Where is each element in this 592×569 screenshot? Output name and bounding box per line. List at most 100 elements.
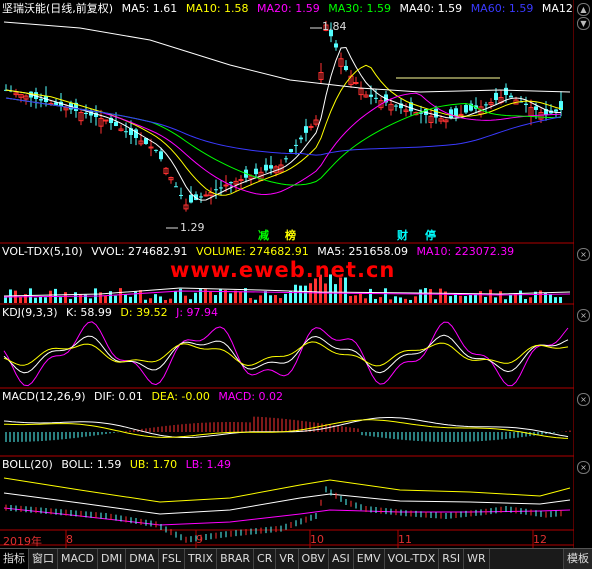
volume-bar [529,297,532,303]
volume-bar [459,295,462,303]
volume-bar [414,296,417,303]
candle-body [524,103,528,105]
candle-body [484,104,488,106]
candle-body [148,146,154,149]
candle-body [124,131,128,133]
kdj-j-line [3,321,569,387]
candle-body [254,168,258,175]
kdj-d-value: D: 39.52 [120,306,168,319]
candle-body [114,121,118,126]
volume-bar [89,298,92,303]
boll-indicator-name[interactable]: BOLL(20) [2,458,53,471]
vol-indicator-name[interactable]: VOL-TDX(5,10) [2,245,83,258]
volume-bar [464,296,467,303]
volume-bar [364,298,367,303]
volume-bar [229,293,232,303]
indicator-tab-bar: 指标 窗口 MACD DMI DMA FSL TRIX BRAR CR VR O… [0,548,592,569]
candle-body [454,108,458,117]
volume-bar [504,299,507,303]
boll-mid-value: BOLL: 1.59 [61,458,122,471]
candle-body [458,113,464,116]
close-boll-pane-icon[interactable]: × [577,461,590,474]
candle-body [179,194,183,196]
scroll-down-icon[interactable]: ▼ [577,17,590,30]
volume-bar [4,297,7,303]
tab-macd[interactable]: MACD [58,549,98,569]
volume-bar [359,293,362,303]
volume-bar [259,295,262,303]
kdj-indicator-name[interactable]: KDJ(9,3,3) [2,306,58,319]
volume-bar [554,297,557,303]
candle-body [374,97,378,99]
close-kdj-pane-icon[interactable]: × [577,309,590,322]
volume-bar [409,299,412,303]
ma40-value: MA40: 1.59 [399,2,463,15]
candle-body [269,165,273,169]
volume-bar [104,295,107,303]
stock-name[interactable]: 坚瑞沃能(日线,前复权) [2,2,113,15]
candle-body [39,99,43,101]
tab-rsi[interactable]: RSI [439,549,465,569]
candle-body [369,94,373,97]
boll-mid-line [3,492,571,515]
event-marker-finance[interactable]: 财 [397,227,408,243]
tab-vol-tdx[interactable]: VOL-TDX [385,549,440,569]
volume-bar [519,290,522,303]
tab-trix[interactable]: TRIX [185,549,218,569]
tab-brar[interactable]: BRAR [217,549,255,569]
tab-wr[interactable]: WR [464,549,490,569]
volume-bar [164,299,167,303]
close-macd-pane-icon[interactable]: × [577,393,590,406]
volume-bar [299,285,302,303]
ma30-value: MA30: 1.59 [328,2,391,15]
scroll-up-icon[interactable]: ▲ [577,3,590,16]
candle-body [214,189,218,191]
candle-body [238,179,244,182]
volume-bar [384,288,387,303]
candle-body [504,87,508,95]
tab-window[interactable]: 窗口 [29,549,58,569]
volume-bar [379,297,382,303]
event-marker-list[interactable]: 榜 [285,227,296,243]
event-marker-halt[interactable]: 停 [425,227,436,243]
tab-cr[interactable]: CR [254,549,277,569]
candle-body [199,196,203,198]
kdj-pane-header: KDJ(9,3,3) K: 58.99 D: 39.52 J: 97.94 [2,306,223,320]
close-vol-pane-icon[interactable]: × [577,248,590,261]
macd-pane-header: MACD(12,26,9) DIF: 0.01 DEA: -0.00 MACD:… [2,390,288,404]
tab-asi[interactable]: ASI [329,549,354,569]
candle-body [84,112,88,114]
candle-body [289,149,293,153]
tab-template[interactable]: 模板 [563,549,592,569]
ma10-line [5,64,562,196]
volume-bar [264,291,267,303]
tab-obv[interactable]: OBV [299,549,329,569]
tab-dma[interactable]: DMA [126,549,159,569]
candle-body [334,43,338,48]
date-axis-month-9: 9 [196,533,203,546]
ma10-value: MA10: 1.58 [185,2,249,15]
volume-bar [429,289,432,303]
volume-bar [34,297,37,303]
candle-body [464,104,468,113]
volume-bar [119,288,122,303]
candle-body [304,126,308,133]
tab-indicators[interactable]: 指标 [0,549,29,569]
candle-body [554,109,558,112]
volume-bar [64,292,67,303]
event-marker-reduce[interactable]: 减 [258,227,269,243]
ma120-line [3,21,571,93]
volume-bar [69,298,72,303]
macd-indicator-name[interactable]: MACD(12,26,9) [2,390,86,403]
high-price-label: 1.84 [322,20,347,33]
tab-emv[interactable]: EMV [354,549,385,569]
boll-upper-line [3,477,571,503]
kdj-j-value: J: 97.94 [176,306,219,319]
candle-body [174,186,178,188]
volume-bar [354,295,357,303]
tab-fsl[interactable]: FSL [159,549,185,569]
volume-bar [514,294,517,303]
tab-vr[interactable]: VR [276,549,299,569]
date-axis-month-8: 8 [66,533,73,546]
tab-dmi[interactable]: DMI [98,549,127,569]
